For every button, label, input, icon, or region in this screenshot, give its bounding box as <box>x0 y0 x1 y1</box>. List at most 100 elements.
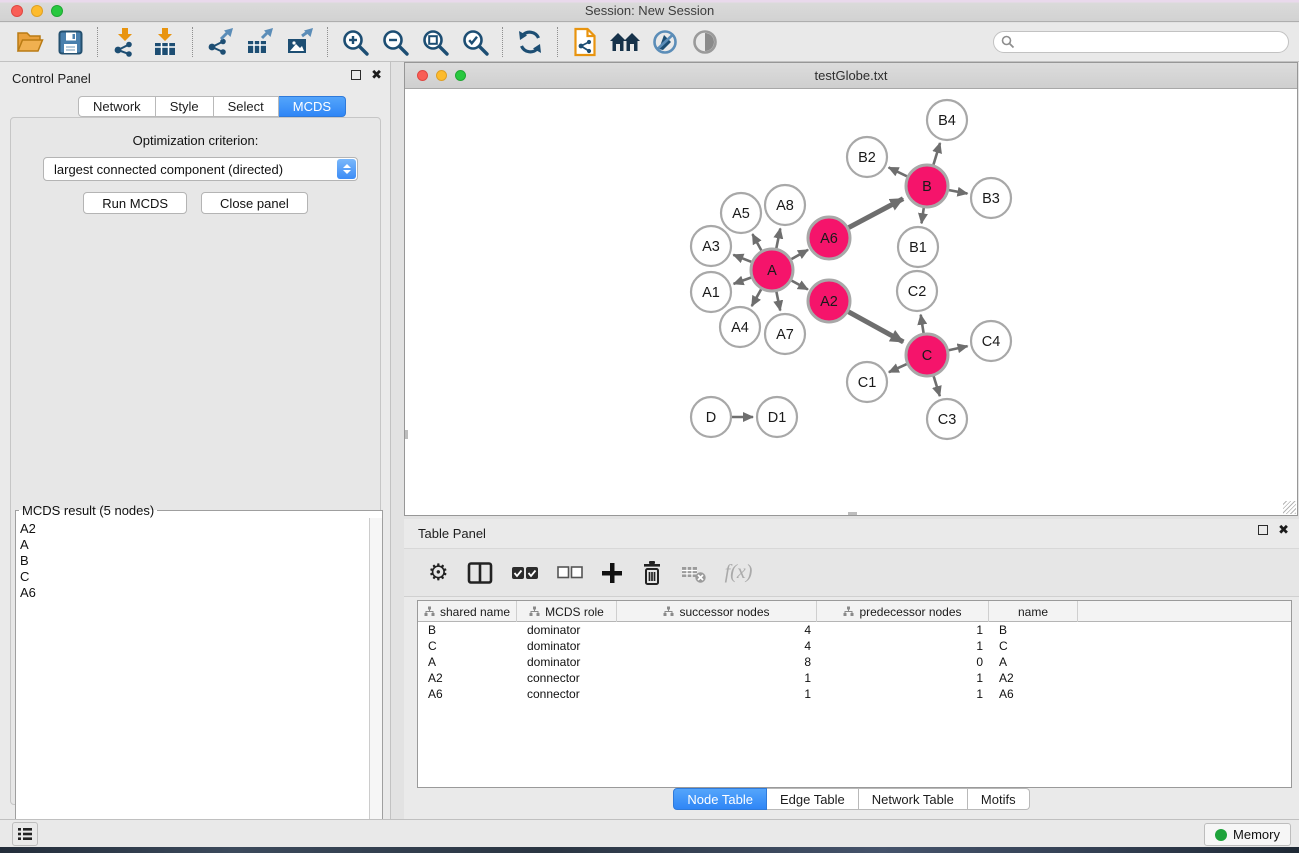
result-scrollbar[interactable] <box>369 518 382 847</box>
open-session-button[interactable] <box>10 25 50 59</box>
clear-style-button[interactable] <box>645 25 685 59</box>
table-cell[interactable]: A6 <box>989 686 1078 702</box>
export-network-button[interactable] <box>200 25 240 59</box>
save-session-button[interactable] <box>50 25 90 59</box>
table-settings-button[interactable]: ⚙ <box>428 561 449 584</box>
refresh-button[interactable] <box>510 25 550 59</box>
table-cell[interactable]: 4 <box>617 622 817 638</box>
memory-button[interactable]: Memory <box>1204 823 1291 846</box>
tab-network[interactable]: Network <box>78 96 156 117</box>
graph-edge-A-A8[interactable] <box>776 229 780 250</box>
column-header-predecessor-nodes[interactable]: predecessor nodes <box>817 601 989 622</box>
search-input[interactable] <box>993 31 1289 53</box>
close-window-button[interactable] <box>11 5 23 17</box>
export-image-button[interactable] <box>280 25 320 59</box>
table-cell[interactable]: A <box>418 654 517 670</box>
graph-edge-B-B2[interactable] <box>889 167 908 176</box>
zoom-out-button[interactable] <box>375 25 415 59</box>
tab-mcds[interactable]: MCDS <box>279 96 346 117</box>
table-cell[interactable]: connector <box>517 670 617 686</box>
home-button[interactable] <box>605 25 645 59</box>
table-cell[interactable]: 0 <box>817 654 989 670</box>
graph-edge-A2-C[interactable] <box>847 311 903 342</box>
table-cell[interactable]: dominator <box>517 622 617 638</box>
table-cell[interactable]: A2 <box>989 670 1078 686</box>
graph-edge-A-A6[interactable] <box>790 250 808 260</box>
criterion-dropdown[interactable]: largest connected component (directed) <box>43 157 358 181</box>
table-cell[interactable]: 1 <box>617 686 817 702</box>
network-graph[interactable]: B4B2BB3A8A5A6A3B1AA1C2A2A4A7C4CC1C3DD1 <box>405 89 1297 515</box>
run-mcds-button[interactable]: Run MCDS <box>83 192 187 214</box>
table-cell[interactable]: B <box>989 622 1078 638</box>
result-item[interactable]: C <box>20 569 368 585</box>
table-cell[interactable]: 8 <box>617 654 817 670</box>
zoom-fit-button[interactable] <box>415 25 455 59</box>
resize-grip[interactable] <box>1283 501 1296 514</box>
table-cell[interactable]: C <box>418 638 517 654</box>
graph-edge-C-C4[interactable] <box>948 346 968 350</box>
graph-edge-C-C2[interactable] <box>921 315 924 335</box>
graph-edge-A-A7[interactable] <box>776 291 780 311</box>
delete-table-button[interactable] <box>681 561 707 585</box>
float-table-panel-icon[interactable] <box>1258 525 1268 535</box>
table-row[interactable]: A2connector11A2 <box>418 670 1291 686</box>
graph-edge-A-A1[interactable] <box>734 277 753 284</box>
deselect-all-columns-button[interactable] <box>557 566 583 579</box>
zoom-selected-button[interactable] <box>455 25 495 59</box>
result-item[interactable]: A6 <box>20 585 368 601</box>
table-cell[interactable]: dominator <box>517 654 617 670</box>
table-cell[interactable]: B <box>418 622 517 638</box>
import-table-button[interactable] <box>145 25 185 59</box>
tab-node-table[interactable]: Node Table <box>673 788 767 810</box>
table-cell[interactable]: dominator <box>517 638 617 654</box>
minimize-window-button[interactable] <box>31 5 43 17</box>
column-header-mcds-role[interactable]: MCDS role <box>517 601 617 622</box>
export-table-button[interactable] <box>240 25 280 59</box>
table-row[interactable]: Adominator80A <box>418 654 1291 670</box>
tab-style[interactable]: Style <box>156 96 214 117</box>
result-item[interactable]: A2 <box>20 521 368 537</box>
table-cell[interactable]: 1 <box>817 686 989 702</box>
graph-edge-B-B1[interactable] <box>922 207 924 223</box>
import-network-button[interactable] <box>105 25 145 59</box>
close-panel-icon[interactable]: ✖ <box>371 70 382 80</box>
tab-edge-table[interactable]: Edge Table <box>767 788 859 810</box>
table-cell[interactable]: 4 <box>617 638 817 654</box>
canvas-horizontal-scroll-nub[interactable] <box>848 512 857 515</box>
table-cell[interactable]: A <box>989 654 1078 670</box>
column-header-shared-name[interactable]: shared name <box>418 601 517 622</box>
close-panel-button[interactable]: Close panel <box>201 192 308 214</box>
table-header-row[interactable]: shared nameMCDS rolesuccessor nodesprede… <box>418 601 1291 622</box>
split-panel-button[interactable] <box>467 561 493 585</box>
graph-edge-A-A3[interactable] <box>733 255 752 263</box>
table-cell[interactable]: C <box>989 638 1078 654</box>
table-cell[interactable]: 1 <box>617 670 817 686</box>
column-header-name[interactable]: name <box>989 601 1078 622</box>
result-item[interactable]: A <box>20 537 368 553</box>
tab-network-table[interactable]: Network Table <box>859 788 968 810</box>
add-column-button[interactable] <box>601 562 623 584</box>
network-canvas[interactable]: B4B2BB3A8A5A6A3B1AA1C2A2A4A7C4CC1C3DD1 <box>405 89 1297 515</box>
canvas-vertical-scroll-nub[interactable] <box>405 430 408 439</box>
graph-edge-B-B4[interactable] <box>933 143 940 166</box>
tab-motifs[interactable]: Motifs <box>968 788 1030 810</box>
table-cell[interactable]: A6 <box>418 686 517 702</box>
graph-edge-B-B3[interactable] <box>948 190 968 194</box>
tab-select[interactable]: Select <box>214 96 279 117</box>
table-cell[interactable]: A2 <box>418 670 517 686</box>
result-item[interactable]: B <box>20 553 368 569</box>
table-row[interactable]: A6connector11A6 <box>418 686 1291 702</box>
graph-edge-A6-B[interactable] <box>848 199 904 229</box>
table-cell[interactable]: 1 <box>817 622 989 638</box>
graph-edge-C-C3[interactable] <box>933 375 940 396</box>
table-cell[interactable]: connector <box>517 686 617 702</box>
zoom-in-button[interactable] <box>335 25 375 59</box>
column-header-successor-nodes[interactable]: successor nodes <box>617 601 817 622</box>
function-builder-button[interactable]: f(x) <box>725 561 753 584</box>
graph-edge-A-A2[interactable] <box>790 280 807 290</box>
table-row[interactable]: Bdominator41B <box>418 622 1291 638</box>
graph-edge-A-A5[interactable] <box>752 234 762 251</box>
table-cell[interactable]: 1 <box>817 670 989 686</box>
window-controls[interactable] <box>11 5 63 17</box>
graph-edge-C-C1[interactable] <box>889 364 908 373</box>
